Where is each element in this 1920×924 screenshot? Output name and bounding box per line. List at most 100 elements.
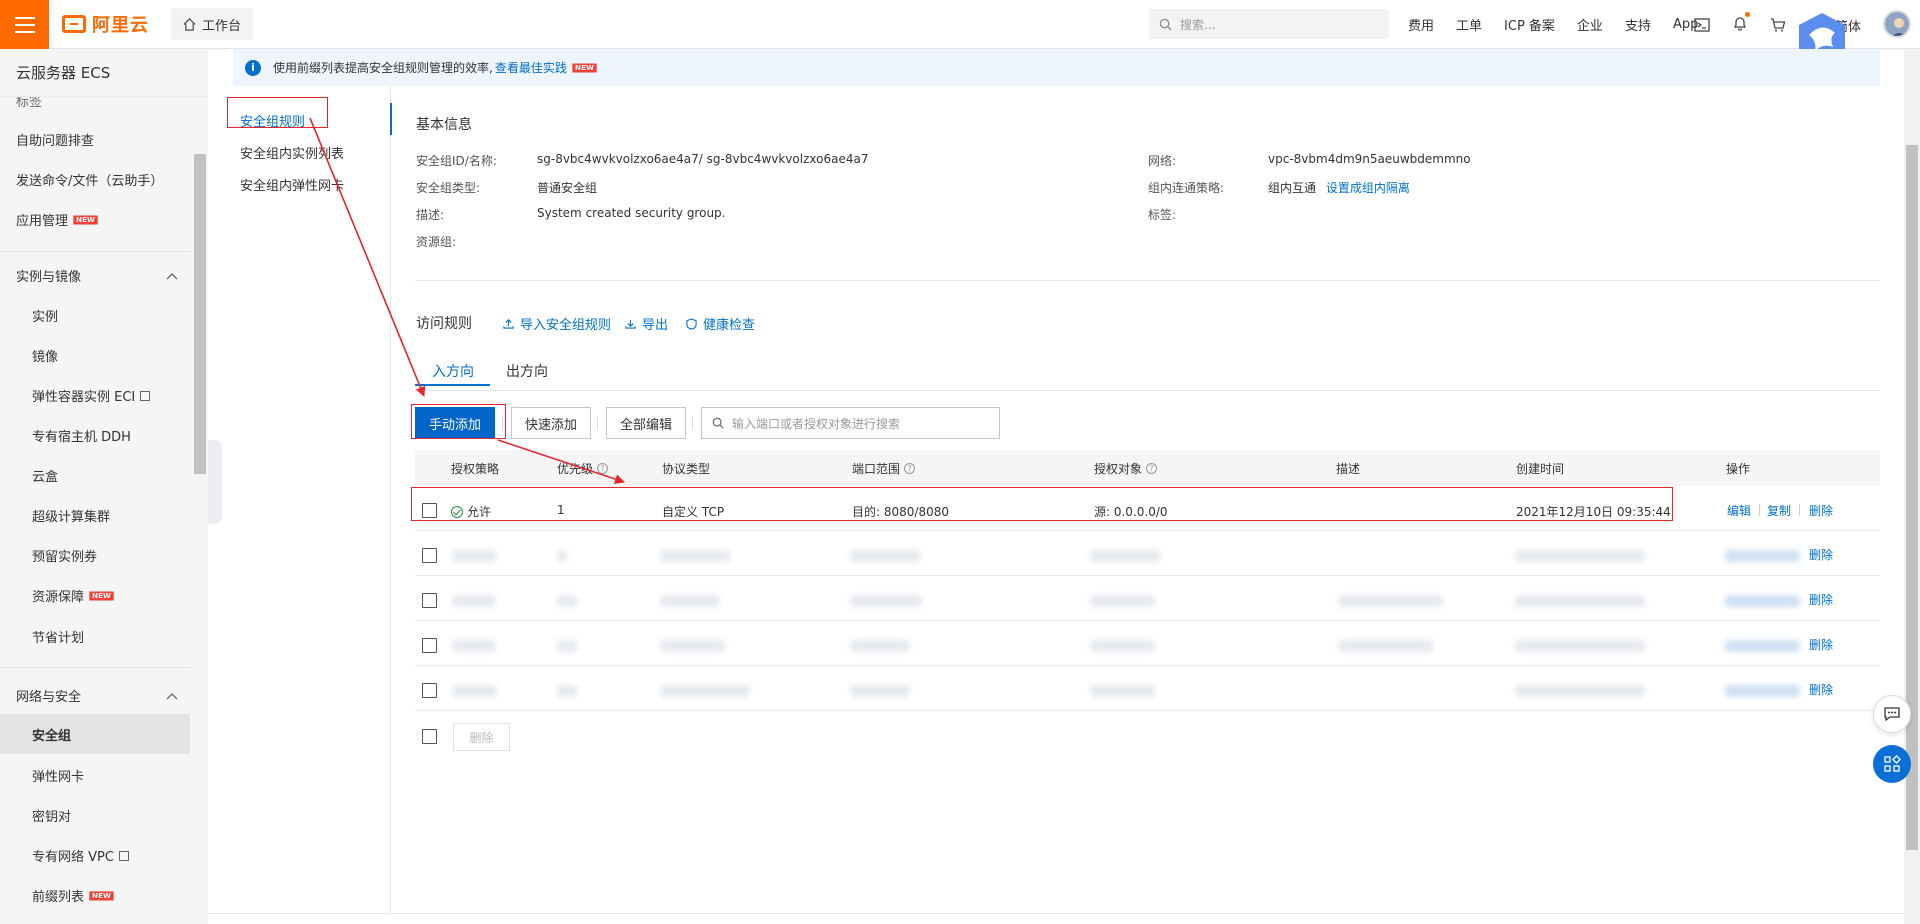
sidebar-item-vpc[interactable]: 专有网络 VPC — [32, 846, 129, 865]
row-checkbox[interactable] — [422, 548, 437, 563]
sg-id-value: sg-8vbc4wvkvolzxo6ae4a7/ sg-8vbc4wvkvolz… — [537, 152, 869, 166]
import-label: 导入安全组规则 — [520, 318, 612, 333]
global-search-input[interactable]: 搜索... — [1149, 9, 1389, 39]
access-rules-title: 访问规则 — [416, 316, 472, 332]
blurred-cell — [1090, 595, 1155, 607]
sidebar-item-key-pair[interactable]: 密钥对 — [32, 806, 71, 825]
nav-ticket[interactable]: 工单 — [1456, 15, 1482, 34]
subnav-item-instances[interactable]: 安全组内实例列表 — [240, 143, 344, 162]
shield-icon — [686, 317, 697, 330]
nav-icp[interactable]: ICP 备案 — [1504, 15, 1555, 34]
page-scrollbar[interactable] — [1906, 145, 1918, 850]
feedback-button[interactable] — [1873, 695, 1911, 733]
edit-all-button[interactable]: 全部编辑 — [606, 407, 686, 439]
workbench-button[interactable]: 工作台 — [171, 8, 254, 40]
row-checkbox[interactable] — [422, 593, 437, 608]
apps-button[interactable] — [1873, 745, 1911, 783]
blurred-cell — [452, 550, 496, 562]
chevron-up-icon — [166, 272, 178, 279]
tab-outbound[interactable]: 出方向 — [506, 361, 548, 381]
quick-add-button[interactable]: 快速添加 — [511, 407, 591, 439]
blurred-cell — [660, 685, 750, 697]
sidebar-item-self-check[interactable]: 自助问题排查 — [16, 130, 94, 149]
policy-value: 组内互通 设置成组内隔离 — [1268, 179, 1410, 196]
sidebar-group-instances-images[interactable]: 实例与镜像 — [16, 266, 178, 285]
sg-id-label: 安全组ID/名称: — [416, 154, 497, 168]
copy-link[interactable]: 复制 — [1767, 502, 1791, 519]
import-rules-link[interactable]: 导入安全组规则 — [503, 314, 611, 333]
sidebar-item-cloud-box[interactable]: 云盒 — [32, 466, 58, 485]
nav-billing[interactable]: 费用 — [1408, 15, 1434, 34]
sidebar-title: 云服务器 ECS — [0, 49, 208, 97]
th-priority-label: 优先级 — [557, 462, 594, 476]
sidebar-collapse-handle[interactable] — [208, 440, 222, 524]
sidebar-item-resource-guarantee[interactable]: 资源保障 NEW — [32, 586, 115, 605]
sidebar-group-network-security[interactable]: 网络与安全 — [16, 686, 178, 705]
notice-text: 使用前缀列表提高安全组规则管理的效率, — [273, 61, 493, 75]
th-port: 端口范围? — [852, 460, 916, 477]
blurred-cell — [1338, 595, 1443, 607]
delete-link[interactable]: 删除 — [1809, 591, 1833, 608]
blurred-cell — [850, 685, 910, 697]
sidebar-item-instance[interactable]: 实例 — [32, 306, 58, 325]
health-check-link[interactable]: 健康检查 — [686, 314, 755, 333]
blurred-cell — [850, 640, 910, 652]
sidebar-item-super-cluster[interactable]: 超级计算集群 — [32, 506, 110, 525]
blurred-cell — [452, 685, 496, 697]
best-practice-link[interactable]: 查看最佳实践 — [495, 59, 567, 76]
sidebar-item-savings-plan[interactable]: 节省计划 — [32, 627, 84, 646]
row-divider — [415, 575, 1880, 576]
sidebar-item-eci[interactable]: 弹性容器实例 ECI — [32, 386, 151, 405]
network-value: vpc-8vbm4dm9n5aeuwbdemmno — [1268, 152, 1471, 166]
section-divider — [415, 280, 1880, 281]
help-icon[interactable]: ? — [1146, 463, 1158, 474]
edit-link[interactable]: 编辑 — [1727, 502, 1751, 519]
tab-inbound[interactable]: 入方向 — [432, 361, 474, 381]
blurred-cell — [557, 550, 567, 562]
menu-button[interactable] — [0, 0, 49, 49]
nav-support[interactable]: 支持 — [1625, 15, 1651, 34]
delete-link[interactable]: 删除 — [1809, 681, 1833, 698]
row-divider — [415, 710, 1880, 711]
sidebar-item-prefix-list[interactable]: 前缀列表 NEW — [32, 886, 115, 905]
sidebar-item-ddh[interactable]: 专有宿主机 DDH — [32, 426, 131, 445]
delete-link[interactable]: 删除 — [1809, 546, 1833, 563]
chat-icon — [1884, 707, 1900, 722]
th-actions: 操作 — [1726, 462, 1751, 476]
sg-type-value: 普通安全组 — [537, 181, 598, 195]
set-isolation-link[interactable]: 设置成组内隔离 — [1326, 181, 1410, 195]
sidebar-item-security-group[interactable]: 安全组 — [0, 714, 190, 754]
sidebar-scrollbar[interactable] — [194, 154, 206, 474]
blurred-cell — [1338, 640, 1433, 652]
delete-link[interactable]: 删除 — [1809, 636, 1833, 653]
help-icon[interactable]: ? — [597, 463, 609, 474]
aliyun-logo[interactable]: 阿里云 — [62, 11, 149, 37]
help-icon[interactable]: ? — [904, 463, 916, 474]
export-label: 导出 — [642, 318, 669, 333]
user-avatar[interactable] — [1883, 10, 1911, 38]
subnav-item-eni[interactable]: 安全组内弹性网卡 — [240, 175, 344, 194]
delete-link[interactable]: 删除 — [1809, 502, 1833, 519]
sidebar-item-eni[interactable]: 弹性网卡 — [32, 766, 84, 785]
blurred-cell — [1515, 595, 1645, 607]
row-checkbox[interactable] — [422, 683, 437, 698]
download-icon — [625, 319, 636, 329]
subnav-active-indicator — [390, 103, 392, 135]
sidebar-item-reserved[interactable]: 预留实例券 — [32, 546, 97, 565]
th-desc: 描述 — [1336, 462, 1361, 476]
nav-enterprise[interactable]: 企业 — [1577, 15, 1603, 34]
upload-icon — [503, 319, 514, 329]
row-checkbox[interactable] — [422, 638, 437, 653]
bell-button[interactable] — [1732, 12, 1750, 35]
select-all-checkbox[interactable] — [422, 729, 437, 744]
terminal-icon[interactable] — [1694, 17, 1710, 33]
sidebar-item-send-command[interactable]: 发送命令/文件（云助手） — [16, 170, 163, 189]
blurred-cell — [452, 595, 496, 607]
batch-delete-button[interactable]: 删除 — [453, 723, 510, 751]
export-link[interactable]: 导出 — [625, 314, 668, 333]
sidebar-item-app-management[interactable]: 应用管理 NEW — [16, 210, 99, 229]
cart-icon[interactable] — [1770, 17, 1786, 33]
blurred-cell — [1090, 685, 1155, 697]
sidebar-item-image[interactable]: 镜像 — [32, 346, 58, 365]
rule-search-input[interactable]: 输入端口或者授权对象进行搜索 — [701, 407, 1000, 439]
